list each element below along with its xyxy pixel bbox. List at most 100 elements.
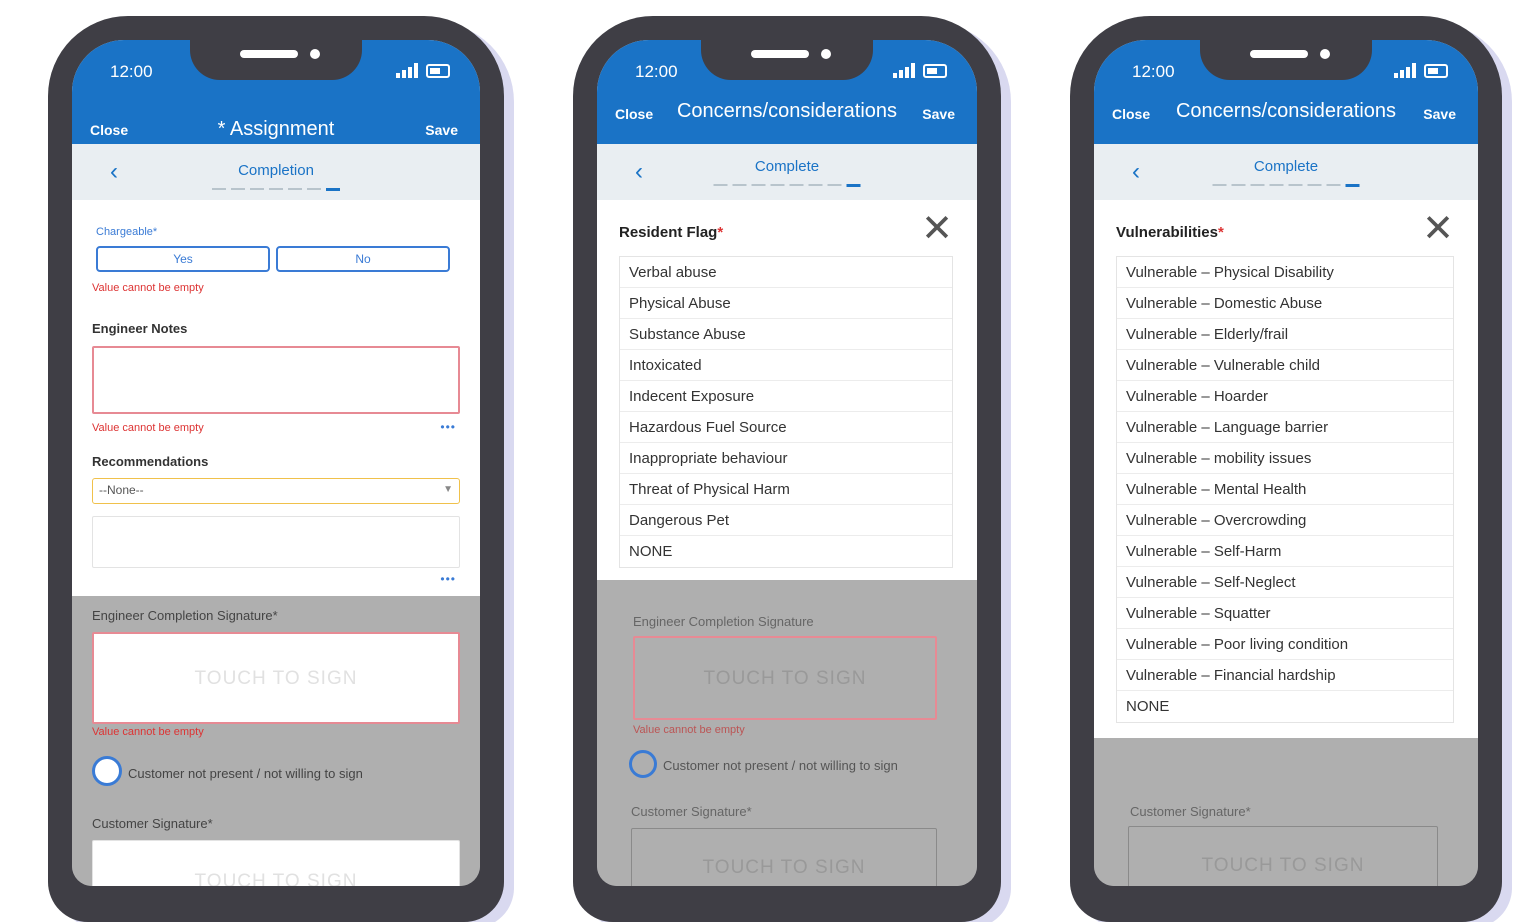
step-progress <box>1212 184 1360 187</box>
list-item[interactable]: Vulnerable – Language barrier <box>1117 412 1453 443</box>
list-item[interactable]: NONE <box>1117 691 1453 722</box>
list-item[interactable]: Indecent Exposure <box>620 381 952 412</box>
status-time: 12:00 <box>635 62 678 81</box>
list-item[interactable]: Vulnerable – Physical Disability <box>1117 257 1453 288</box>
list-item[interactable]: Vulnerable – Squatter <box>1117 598 1453 629</box>
phone-frame-vulnerabilities: 12:00 Close Concerns/considerations Save… <box>1070 16 1502 922</box>
bg-customer-signature-pad: TOUCH TO SIGN <box>1128 826 1438 886</box>
recommendations-more-icon[interactable]: ••• <box>440 572 456 586</box>
signal-icon <box>1394 62 1416 78</box>
list-item[interactable]: Vulnerable – Overcrowding <box>1117 505 1453 536</box>
touch-to-sign-text: TOUCH TO SIGN <box>1201 855 1365 876</box>
status-time: 12:00 <box>110 62 153 81</box>
chevron-down-icon: ▼ <box>443 484 453 495</box>
touch-to-sign-text: TOUCH TO SIGN <box>194 668 358 689</box>
step-title: Complete <box>754 158 820 175</box>
battery-icon <box>1424 64 1448 78</box>
phone-notch <box>701 40 873 80</box>
bg-customer-signature-pad: TOUCH TO SIGN <box>631 828 937 886</box>
list-item[interactable]: NONE <box>620 536 952 567</box>
list-item[interactable]: Threat of Physical Harm <box>620 474 952 505</box>
engineer-notes-error: Value cannot be empty <box>92 422 204 434</box>
step-header: ‹ Completion <box>72 144 480 200</box>
recommendations-select[interactable]: --None-- ▼ <box>92 478 460 504</box>
phone-notch <box>190 40 362 80</box>
list-item[interactable]: Vulnerable – Mental Health <box>1117 474 1453 505</box>
step-header: ‹ Complete <box>1094 144 1478 200</box>
step-header: ‹ Complete <box>597 144 977 200</box>
battery-icon <box>426 64 450 78</box>
engineer-signature-label: Engineer Completion Signature* <box>92 608 278 623</box>
list-item[interactable]: Vulnerable – Vulnerable child <box>1117 350 1453 381</box>
customer-signature-label: Customer Signature* <box>92 816 213 831</box>
list-item[interactable]: Verbal abuse <box>620 257 952 288</box>
step-title: Completion <box>238 162 314 179</box>
bg-signature-error: Value cannot be empty <box>633 724 745 736</box>
bg-customer-radio <box>629 750 657 778</box>
list-item[interactable]: Vulnerable – Poor living condition <box>1117 629 1453 660</box>
phone-frame-resident-flag: 12:00 Close Concerns/considerations Save… <box>573 16 1001 922</box>
bg-customer-signature-label: Customer Signature* <box>631 804 752 819</box>
vulnerabilities-modal: Vulnerabilities* ✕ Vulnerable – Physical… <box>1094 200 1478 738</box>
customer-not-present-label: Customer not present / not willing to si… <box>128 766 363 781</box>
phone-frame-assignment: 12:00 Close * Assignment Save ‹ Completi… <box>48 16 504 922</box>
list-item[interactable]: Vulnerable – Self-Neglect <box>1117 567 1453 598</box>
step-title: Complete <box>1253 158 1319 175</box>
step-progress <box>212 188 340 191</box>
bg-customer-signature-label: Customer Signature* <box>1130 804 1251 819</box>
touch-to-sign-text: TOUCH TO SIGN <box>703 668 867 689</box>
engineer-notes-label: Engineer Notes <box>92 321 188 336</box>
phone-screen: 12:00 Close Concerns/considerations Save… <box>1094 40 1478 886</box>
bg-customer-not-present-label: Customer not present / not willing to si… <box>663 758 898 773</box>
recommendations-notes-input[interactable] <box>92 516 460 568</box>
chargeable-no-button[interactable]: No <box>276 246 450 272</box>
chargeable-label: Chargeable* <box>96 226 158 238</box>
engineer-notes-input[interactable] <box>92 346 460 414</box>
close-icon[interactable]: ✕ <box>1422 206 1454 251</box>
save-button[interactable]: Save <box>1423 106 1456 122</box>
bg-signature-pad: TOUCH TO SIGN <box>633 636 937 720</box>
list-item[interactable]: Substance Abuse <box>620 319 952 350</box>
recommendations-label: Recommendations <box>92 454 209 469</box>
page-title: Concerns/considerations <box>1175 100 1397 122</box>
list-item[interactable]: Intoxicated <box>620 350 952 381</box>
dim-overlay: Engineer Completion Signature* TOUCH TO … <box>72 596 480 886</box>
resident-flag-modal: Resident Flag* ✕ Verbal abuse Physical Ab… <box>597 200 977 580</box>
page-title: * Assignment <box>217 118 335 140</box>
engineer-signature-pad[interactable]: TOUCH TO SIGN <box>92 632 460 724</box>
save-button[interactable]: Save <box>922 106 955 122</box>
phone-screen: 12:00 Close * Assignment Save ‹ Completi… <box>72 40 480 886</box>
customer-not-present-radio[interactable] <box>92 756 122 786</box>
phone-screen: 12:00 Close Concerns/considerations Save… <box>597 40 977 886</box>
touch-to-sign-text: TOUCH TO SIGN <box>194 871 358 886</box>
close-icon[interactable]: ✕ <box>921 206 953 251</box>
save-button[interactable]: Save <box>425 122 458 138</box>
signal-icon <box>893 62 915 78</box>
customer-signature-pad[interactable]: TOUCH TO SIGN <box>92 840 460 886</box>
engineer-notes-more-icon[interactable]: ••• <box>440 420 456 434</box>
page-title: Concerns/considerations <box>676 100 898 122</box>
list-item[interactable]: Vulnerable – Elderly/frail <box>1117 319 1453 350</box>
phone-notch <box>1200 40 1372 80</box>
step-progress <box>713 184 861 187</box>
resident-flag-list: Verbal abuse Physical Abuse Substance Abus… <box>619 256 953 568</box>
list-item[interactable]: Dangerous Pet <box>620 505 952 536</box>
signature-error: Value cannot be empty <box>92 726 204 738</box>
list-item[interactable]: Physical Abuse <box>620 288 952 319</box>
list-item[interactable]: Vulnerable – Domestic Abuse <box>1117 288 1453 319</box>
list-item[interactable]: Vulnerable – Financial hardship <box>1117 660 1453 691</box>
list-item[interactable]: Vulnerable – Self-Harm <box>1117 536 1453 567</box>
touch-to-sign-text: TOUCH TO SIGN <box>702 857 866 878</box>
list-item[interactable]: Hazardous Fuel Source <box>620 412 952 443</box>
recommendations-value: --None-- <box>99 483 144 497</box>
status-time: 12:00 <box>1132 62 1175 81</box>
vulnerabilities-list: Vulnerable – Physical Disability Vulnerab… <box>1116 256 1454 723</box>
battery-icon <box>923 64 947 78</box>
chargeable-error: Value cannot be empty <box>92 282 204 294</box>
list-item[interactable]: Vulnerable – Hoarder <box>1117 381 1453 412</box>
list-item[interactable]: Vulnerable – mobility issues <box>1117 443 1453 474</box>
modal-title: Vulnerabilities* <box>1116 224 1224 241</box>
list-item[interactable]: Inappropriate behaviour <box>620 443 952 474</box>
chargeable-yes-button[interactable]: Yes <box>96 246 270 272</box>
modal-title: Resident Flag* <box>619 224 724 241</box>
